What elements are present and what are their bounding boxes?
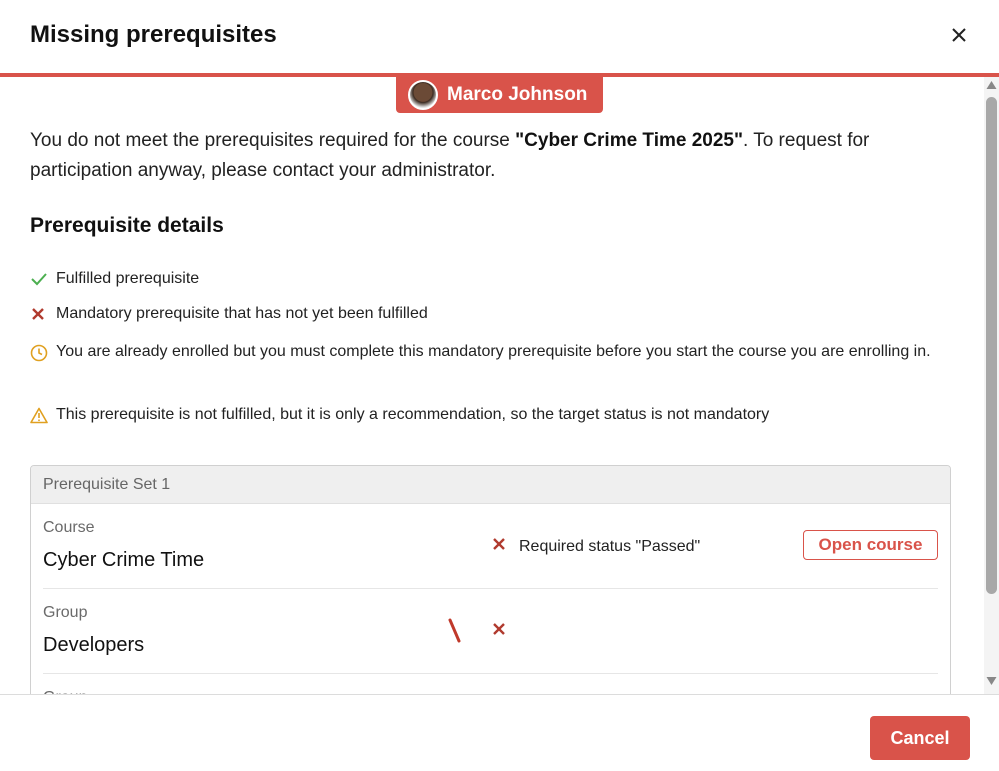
dialog-header: Missing prerequisites — [0, 0, 999, 73]
annotation-slash-mark — [448, 618, 461, 643]
legend-item-recommendation: This prerequisite is not fulfilled, but … — [30, 402, 960, 428]
row-type: Group — [43, 604, 88, 621]
open-course-button[interactable]: Open course — [803, 530, 938, 560]
legend-item-not-fulfilled: Mandatory prerequisite that has not yet … — [30, 301, 960, 327]
legend-item-fulfilled: Fulfilled prerequisite — [30, 266, 960, 292]
scroll-down-icon[interactable] — [986, 676, 997, 686]
warning-icon — [30, 402, 56, 428]
clock-icon — [30, 339, 56, 365]
prerequisite-details-title: Prerequisite details — [30, 214, 224, 237]
row-type: Course — [43, 519, 95, 536]
dialog-footer: Cancel — [0, 694, 999, 771]
prerequisite-row: Group — [43, 674, 938, 694]
check-icon — [30, 266, 56, 292]
cross-icon — [491, 621, 519, 642]
scrollbar-thumb[interactable] — [986, 97, 997, 594]
avatar — [408, 80, 438, 110]
dialog-title: Missing prerequisites — [30, 21, 277, 48]
close-icon — [952, 28, 966, 42]
legend-label: This prerequisite is not fulfilled, but … — [56, 406, 770, 423]
scroll-up-icon[interactable] — [986, 80, 997, 90]
cross-icon — [30, 301, 56, 327]
row-status-label: Required status "Passed" — [519, 537, 701, 555]
vertical-scrollbar[interactable] — [984, 77, 999, 694]
legend-label: You are already enrolled but you must co… — [56, 343, 931, 360]
prerequisite-set: Prerequisite Set 1 Course Cyber Crime Ti… — [30, 465, 951, 694]
legend-label: Fulfilled prerequisite — [56, 270, 200, 287]
intro-course-name: "Cyber Crime Time 2025" — [515, 130, 743, 151]
prerequisite-set-title: Prerequisite Set 1 — [31, 466, 950, 504]
row-status: Required status "Passed" — [491, 536, 700, 557]
row-status — [491, 621, 519, 642]
row-name: Developers — [43, 634, 145, 656]
intro-text-before: You do not meet the prerequisites requir… — [30, 130, 516, 151]
row-name: Cyber Crime Time — [43, 549, 205, 571]
cross-icon — [491, 536, 519, 557]
dialog-body[interactable]: Marco Johnson You do not meet the prereq… — [0, 77, 999, 694]
user-name: Marco Johnson — [447, 84, 588, 105]
prerequisite-row: Course Cyber Crime Time Required status … — [43, 504, 938, 589]
prerequisite-row: Group Developers — [43, 589, 938, 674]
user-badge: Marco Johnson — [396, 77, 603, 113]
intro-text: You do not meet the prerequisites requir… — [30, 126, 930, 186]
legend-label: Mandatory prerequisite that has not yet … — [56, 305, 428, 322]
close-button[interactable] — [946, 22, 972, 48]
legend-item-enrolled: You are already enrolled but you must co… — [30, 339, 960, 365]
cancel-button[interactable]: Cancel — [870, 716, 970, 760]
